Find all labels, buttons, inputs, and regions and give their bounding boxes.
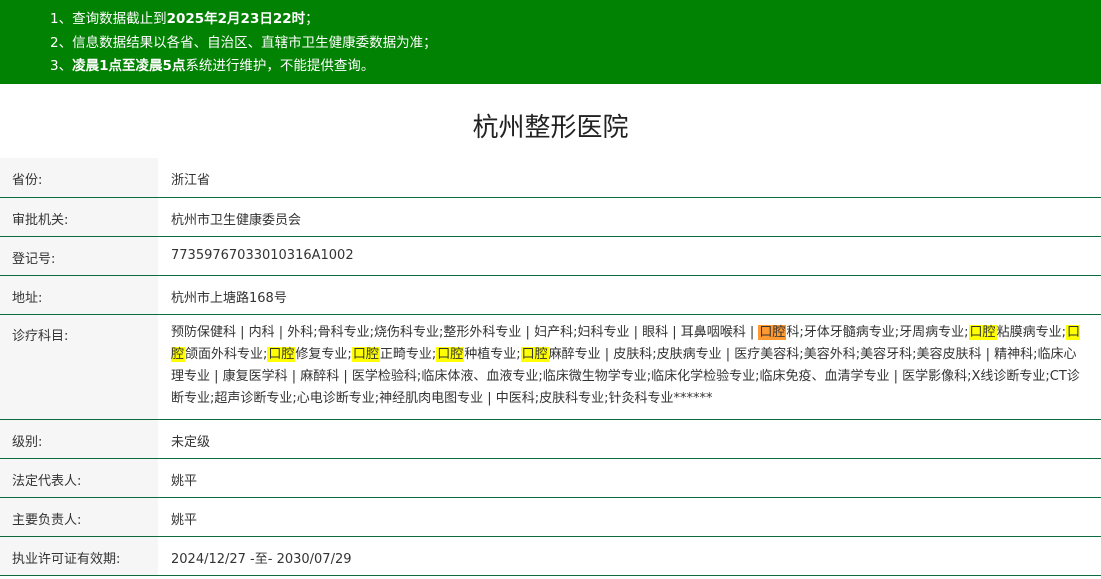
table-row-principal: 主要负责人: 姚平 <box>0 497 1101 536</box>
hospital-info-table: 省份: 浙江省 审批机关: 杭州市卫生健康委员会 登记号: 7735976703… <box>0 158 1101 576</box>
row-value: 姚平 <box>171 512 198 528</box>
notice-line-3: 3、凌晨1点至凌晨5点系统进行维护，不能提供查询。 <box>50 58 375 74</box>
search-highlight: 口腔 <box>968 324 997 340</box>
row-value: 77359767033010316A1002 <box>171 247 354 263</box>
table-row-level: 级别: 未定级 <box>0 419 1101 458</box>
row-value: 2024/12/27 -至- 2030/07/29 <box>171 551 352 567</box>
search-highlight-active: 口腔 <box>758 324 787 340</box>
row-label: 主要负责人: <box>0 497 158 536</box>
row-label: 审批机关: <box>0 197 158 236</box>
notice-banner: 1、查询数据截止到2025年2月23日22时； 2、信息数据结果以各省、自治区、… <box>0 0 1101 84</box>
table-row-license-validity: 执业许可证有效期: 2024/12/27 -至- 2030/07/29 <box>0 536 1101 575</box>
page-title: 杭州整形医院 <box>472 113 629 143</box>
row-label: 法定代表人: <box>0 458 158 497</box>
row-value: 杭州市卫生健康委员会 <box>171 212 302 228</box>
row-value: 姚平 <box>171 473 198 489</box>
row-label: 登记号: <box>0 236 158 275</box>
table-row-legal-representative: 法定代表人: 姚平 <box>0 458 1101 497</box>
row-value: 浙江省 <box>171 173 211 188</box>
search-highlight: 口腔 <box>436 346 465 362</box>
table-row-departments: 诊疗科目: 预防保健科 | 内科 | 外科;骨科专业;烧伤科专业;整形外科专业 … <box>0 314 1101 419</box>
table-row-authority: 审批机关: 杭州市卫生健康委员会 <box>0 197 1101 236</box>
table-row-address: 地址: 杭州市上塘路168号 <box>0 275 1101 314</box>
search-highlight: 口腔 <box>267 346 296 362</box>
row-label: 执业许可证有效期: <box>0 536 158 575</box>
notice-cutoff-time: 2025年2月23日22时 <box>166 11 306 27</box>
notice-maintenance-time: 凌晨1点至凌晨5点 <box>72 58 186 74</box>
table-row-province: 省份: 浙江省 <box>0 158 1101 197</box>
notice-line-2: 2、信息数据结果以各省、自治区、直辖市卫生健康委数据为准； <box>50 34 437 51</box>
notice-line-1: 1、查询数据截止到2025年2月23日22时； <box>50 11 319 27</box>
row-value-departments: 预防保健科 | 内科 | 外科;骨科专业;烧伤科专业;整形外科专业 | 妇产科;… <box>171 324 1080 406</box>
search-highlight: 口腔 <box>351 346 380 362</box>
row-label: 诊疗科目: <box>0 314 158 419</box>
row-label: 省份: <box>0 158 158 197</box>
row-label: 地址: <box>0 275 158 314</box>
search-highlight: 口腔 <box>520 346 549 362</box>
table-row-registration-number: 登记号: 77359767033010316A1002 <box>0 236 1101 275</box>
row-label: 级别: <box>0 419 158 458</box>
row-value: 杭州市上塘路168号 <box>171 290 287 306</box>
row-value: 未定级 <box>171 434 211 450</box>
